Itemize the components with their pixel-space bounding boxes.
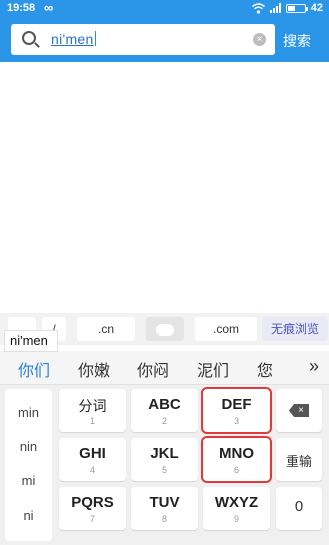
pinyin-option[interactable]: min xyxy=(5,405,52,420)
expand-candidates-icon[interactable]: » xyxy=(309,356,319,377)
t9-keyboard: min nin mi ni 分词 1 ABC 2 DEF 3 × GHI 4 J… xyxy=(0,385,329,545)
key-label: GHI xyxy=(79,445,106,462)
key-label: WXYZ xyxy=(214,494,259,511)
key-9[interactable]: WXYZ 9 xyxy=(203,487,270,530)
search-icon xyxy=(22,31,36,45)
status-right-icons: 42 xyxy=(251,2,323,14)
key-0[interactable]: 0 xyxy=(276,487,322,530)
key-label: PQRS xyxy=(71,494,114,511)
key-8[interactable]: TUV 8 xyxy=(131,487,198,530)
zero-key-label: 0 xyxy=(294,498,304,515)
wifi-icon xyxy=(251,2,265,14)
pinyin-option[interactable]: nin xyxy=(5,439,52,454)
key-label: MNO xyxy=(219,445,254,462)
key-1[interactable]: 分词 1 xyxy=(59,389,126,432)
key-digit: 5 xyxy=(161,465,167,475)
signal-icon xyxy=(269,3,281,13)
candidate-item[interactable]: 泥们 xyxy=(197,357,229,381)
key-5[interactable]: JKL 5 xyxy=(131,438,198,481)
clear-icon[interactable]: × xyxy=(253,33,266,46)
quick-chip-com[interactable]: .com xyxy=(195,317,257,341)
key-2[interactable]: ABC 2 xyxy=(131,389,198,432)
status-time: 19:58 xyxy=(7,2,36,14)
text-caret xyxy=(94,31,96,46)
key-label: ABC xyxy=(148,396,181,413)
key-label: TUV xyxy=(149,494,180,511)
quick-chip-cn[interactable]: .cn xyxy=(77,317,135,341)
page-content xyxy=(0,62,329,315)
battery-percent: 42 xyxy=(310,2,323,14)
key-digit: 6 xyxy=(233,465,239,475)
pinyin-composition: ni'men xyxy=(4,330,58,352)
search-query: ni'men xyxy=(51,31,96,47)
pinyin-option[interactable]: ni xyxy=(5,508,52,523)
toggle-icon[interactable] xyxy=(146,317,184,341)
candidate-item[interactable]: 你嫩 xyxy=(78,357,110,381)
search-input[interactable]: ni'men × xyxy=(11,24,275,55)
key-4[interactable]: GHI 4 xyxy=(59,438,126,481)
key-digit: 8 xyxy=(161,514,167,524)
key-digit: 9 xyxy=(233,514,239,524)
key-digit: 3 xyxy=(233,416,239,426)
search-query-text: ni'men xyxy=(51,31,94,47)
search-button[interactable]: 搜索 xyxy=(283,31,311,51)
key-3[interactable]: DEF 3 xyxy=(201,387,272,434)
key-digit: 4 xyxy=(89,465,95,475)
candidate-item[interactable]: 你闷 xyxy=(137,357,169,381)
key-label: DEF xyxy=(221,396,252,413)
key-6[interactable]: MNO 6 xyxy=(201,436,272,483)
pinyin-option[interactable]: mi xyxy=(5,473,52,488)
candidate-item[interactable]: 您 xyxy=(257,357,273,381)
candidate-item[interactable]: 你们 xyxy=(18,357,50,381)
infinity-icon: ∞ xyxy=(44,0,54,15)
incognito-button[interactable]: 无痕浏览 xyxy=(262,317,328,341)
key-7[interactable]: PQRS 7 xyxy=(59,487,126,530)
key-digit: 7 xyxy=(89,514,95,524)
header-bar: 19:58 ∞ 42 ni'men × 搜索 xyxy=(0,0,329,62)
status-bar: 19:58 ∞ 42 xyxy=(0,0,329,17)
pinyin-options-column: min nin mi ni xyxy=(5,389,52,541)
key-label: 分词 xyxy=(78,398,107,414)
key-digit: 1 xyxy=(89,416,95,426)
key-digit: 2 xyxy=(161,416,167,426)
key-label: JKL xyxy=(150,445,179,462)
candidate-bar: 你们 你嫩 你闷 泥们 您 » xyxy=(0,351,329,385)
battery-icon xyxy=(285,3,308,13)
reset-key-label: 重输 xyxy=(285,454,312,469)
backspace-key[interactable]: × xyxy=(276,389,322,432)
reset-key[interactable]: 重输 xyxy=(276,438,322,481)
backspace-icon: × xyxy=(289,404,309,417)
battery-level xyxy=(287,5,295,11)
